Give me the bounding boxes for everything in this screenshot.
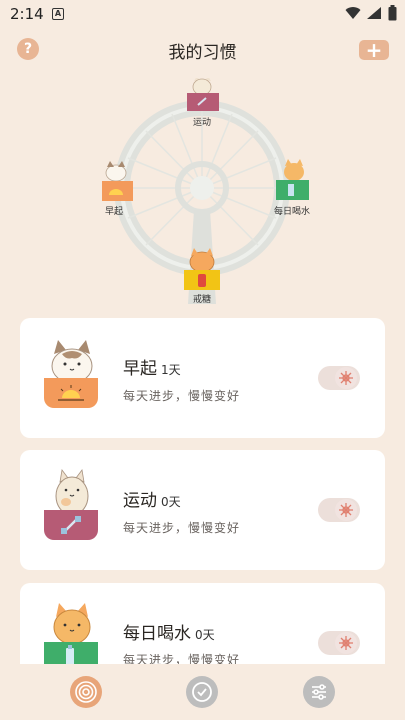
- habit-pot: [44, 510, 98, 540]
- snowflake-icon: [335, 499, 357, 521]
- wheel-label-early: 早起: [104, 207, 123, 217]
- bottom-nav: [0, 664, 405, 720]
- nav-checkin-check-circle-icon[interactable]: [186, 676, 218, 708]
- wheel-graphic: [99, 76, 309, 304]
- habit-card-water[interactable]: 每日喝水 0天 每天进步，慢慢变好: [20, 583, 385, 664]
- sunrise-icon: [58, 385, 84, 401]
- habit-streak: 1天: [161, 363, 181, 377]
- habit-subtitle: 每天进步，慢慢变好: [123, 521, 241, 535]
- cat-avatar-icon: [55, 469, 89, 516]
- habit-card-early-rise[interactable]: 早起 1天 每天进步，慢慢变好: [20, 318, 385, 438]
- add-habit-button[interactable]: +: [359, 40, 389, 60]
- habit-checkin-toggle[interactable]: [318, 366, 360, 390]
- nav-settings-sliders-icon[interactable]: [303, 676, 335, 708]
- wheel-label-sugar: 戒糖: [192, 295, 211, 305]
- habit-streak: 0天: [161, 495, 181, 509]
- habit-name: 每日喝水 0天: [123, 624, 215, 644]
- habit-checkin-toggle[interactable]: [318, 498, 360, 522]
- habit-streak: 0天: [195, 628, 215, 642]
- habit-name: 运动 0天: [123, 491, 181, 511]
- habit-name: 早起 1天: [123, 359, 181, 379]
- snowflake-icon: [335, 632, 357, 654]
- wifi-icon: [345, 7, 361, 20]
- notification-icon: A: [52, 8, 64, 20]
- signal-icon: [367, 7, 381, 19]
- wheel-cat-exercise: [187, 76, 219, 111]
- wheel-label-exercise: 运动: [192, 118, 211, 128]
- snowflake-icon: [335, 367, 357, 389]
- habit-subtitle: 每天进步，慢慢变好: [123, 389, 241, 403]
- battery-icon: [388, 5, 397, 21]
- wheel-label-water: 每日喝水: [273, 207, 310, 217]
- habit-checkin-toggle[interactable]: [318, 631, 360, 655]
- header: ? 我的习惯 +: [0, 30, 405, 70]
- habit-pot: [44, 378, 98, 408]
- status-time: 2:14: [10, 5, 44, 23]
- habit-pot: [44, 642, 98, 664]
- habit-wheel[interactable]: 运动 早起 每日喝水 戒糖: [99, 76, 310, 308]
- page-title: 我的习惯: [168, 43, 237, 63]
- dumbbell-icon: [61, 516, 81, 534]
- cat-avatar-icon: [53, 603, 91, 645]
- status-bar: 2:14 A: [0, 0, 405, 28]
- water-bottle-icon: [66, 645, 74, 664]
- habit-subtitle: 每天进步，慢慢变好: [123, 653, 241, 664]
- habit-card-exercise[interactable]: 运动 0天 每天进步，慢慢变好: [20, 450, 385, 570]
- cat-avatar-icon: [51, 340, 93, 384]
- nav-habits-target-icon[interactable]: [70, 676, 102, 708]
